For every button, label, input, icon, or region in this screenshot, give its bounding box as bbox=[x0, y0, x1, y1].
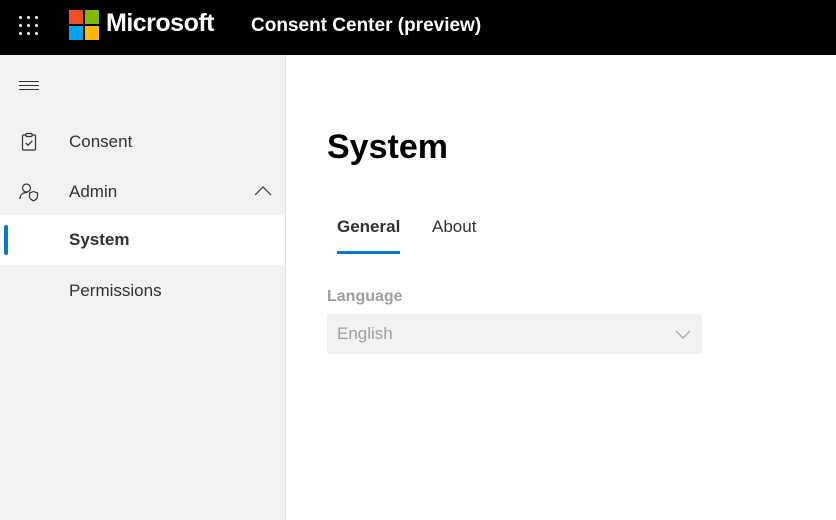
clipboard-check-icon bbox=[21, 132, 37, 151]
sidebar-item-label: Admin bbox=[69, 182, 118, 201]
waffle-icon[interactable] bbox=[18, 15, 40, 37]
chevron-down-icon bbox=[675, 330, 691, 339]
selection-indicator bbox=[4, 225, 8, 255]
sidebar-item-consent[interactable]: Consent bbox=[0, 117, 285, 167]
sidebar-nav: Consent Admin System Permissions bbox=[0, 55, 286, 520]
sidebar-item-label: System bbox=[69, 230, 130, 249]
top-bar: Microsoft Consent Center (preview) bbox=[0, 0, 836, 55]
tab-general[interactable]: General bbox=[337, 217, 400, 253]
language-value: English bbox=[337, 324, 393, 343]
language-label: Language bbox=[327, 288, 403, 305]
person-shield-icon bbox=[19, 183, 39, 202]
brand-name[interactable]: Microsoft bbox=[106, 9, 215, 38]
app-title[interactable]: Consent Center (preview) bbox=[251, 15, 481, 37]
sidebar-item-admin[interactable]: Admin bbox=[0, 167, 285, 217]
main-content: System General About Language English bbox=[287, 55, 836, 520]
microsoft-logo-icon[interactable] bbox=[69, 10, 99, 40]
tab-about[interactable]: About bbox=[432, 217, 476, 253]
hamburger-icon[interactable] bbox=[19, 78, 39, 94]
language-dropdown[interactable]: English bbox=[327, 314, 702, 354]
sidebar-item-permissions[interactable]: Permissions bbox=[0, 266, 285, 316]
sidebar-item-label: Consent bbox=[69, 132, 133, 151]
sidebar-item-label: Permissions bbox=[69, 281, 162, 300]
page-title: System bbox=[327, 128, 448, 166]
active-tab-indicator bbox=[337, 251, 400, 254]
sidebar-item-system[interactable]: System bbox=[0, 215, 285, 265]
chevron-up-icon[interactable] bbox=[253, 181, 273, 201]
